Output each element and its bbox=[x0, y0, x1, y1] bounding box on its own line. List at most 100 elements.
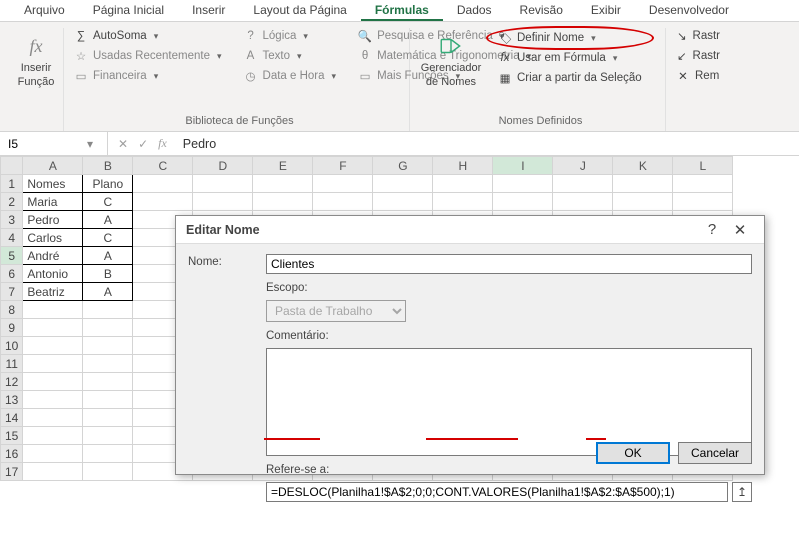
col-header-f[interactable]: F bbox=[313, 157, 373, 175]
cancel-button[interactable]: Cancelar bbox=[678, 442, 752, 464]
cell[interactable] bbox=[23, 463, 83, 481]
cell[interactable] bbox=[23, 427, 83, 445]
define-name-button[interactable]: 🏷Definir Nome▾ bbox=[494, 30, 646, 46]
datahora-button[interactable]: ◷Data e Hora▾ bbox=[240, 68, 341, 84]
cell[interactable]: Antonio bbox=[23, 265, 83, 283]
row-header[interactable]: 10 bbox=[1, 337, 23, 355]
cell[interactable] bbox=[553, 193, 613, 211]
row-header[interactable]: 16 bbox=[1, 445, 23, 463]
col-header-i[interactable]: I bbox=[493, 157, 553, 175]
cell[interactable] bbox=[23, 373, 83, 391]
row-header[interactable]: 3 bbox=[1, 211, 23, 229]
tab-formulas[interactable]: Fórmulas bbox=[361, 0, 443, 21]
use-formula-button[interactable]: fxUsar em Fórmula▾ bbox=[494, 50, 646, 66]
col-header-g[interactable]: G bbox=[373, 157, 433, 175]
tab-desenvolvedor[interactable]: Desenvolvedor bbox=[635, 0, 743, 21]
cell[interactable] bbox=[83, 391, 133, 409]
cancel-icon[interactable]: ✕ bbox=[118, 137, 128, 151]
cell[interactable] bbox=[673, 175, 733, 193]
cell[interactable] bbox=[83, 301, 133, 319]
recent-button[interactable]: ☆Usadas Recentemente▾ bbox=[70, 48, 226, 64]
row-header[interactable]: 15 bbox=[1, 427, 23, 445]
fx-icon-bar[interactable]: fx bbox=[158, 136, 167, 151]
cell[interactable] bbox=[83, 319, 133, 337]
cell[interactable] bbox=[23, 409, 83, 427]
dialog-help-button[interactable]: ? bbox=[698, 221, 726, 238]
cell[interactable] bbox=[83, 409, 133, 427]
row-header[interactable]: 8 bbox=[1, 301, 23, 319]
cell[interactable]: C bbox=[83, 193, 133, 211]
refersto-input[interactable] bbox=[266, 482, 728, 502]
cell[interactable] bbox=[83, 445, 133, 463]
row-header[interactable]: 13 bbox=[1, 391, 23, 409]
row-header[interactable]: 6 bbox=[1, 265, 23, 283]
cell[interactable]: Pedro bbox=[23, 211, 83, 229]
cell[interactable] bbox=[313, 175, 373, 193]
tab-dados[interactable]: Dados bbox=[443, 0, 506, 21]
logica-button[interactable]: ?Lógica▾ bbox=[240, 28, 341, 44]
tab-arquivo[interactable]: Arquivo bbox=[10, 0, 79, 21]
row-header[interactable]: 9 bbox=[1, 319, 23, 337]
cell[interactable] bbox=[83, 373, 133, 391]
cell[interactable]: Plano bbox=[83, 175, 133, 193]
financeira-button[interactable]: ▭Financeira▾ bbox=[70, 68, 226, 84]
cell[interactable] bbox=[23, 391, 83, 409]
cell[interactable] bbox=[193, 193, 253, 211]
select-all-corner[interactable] bbox=[1, 157, 23, 175]
create-from-selection-button[interactable]: ▦Criar a partir da Seleção bbox=[494, 70, 646, 86]
row-header[interactable]: 17 bbox=[1, 463, 23, 481]
dialog-close-button[interactable]: ✕ bbox=[726, 221, 754, 239]
dialog-titlebar[interactable]: Editar Nome ? ✕ bbox=[176, 216, 764, 244]
trace-dependents-button[interactable]: ↙Rastr bbox=[672, 48, 724, 64]
range-picker-button[interactable]: ↥ bbox=[732, 482, 752, 502]
col-header-a[interactable]: A bbox=[23, 157, 83, 175]
col-header-l[interactable]: L bbox=[673, 157, 733, 175]
cell[interactable] bbox=[83, 355, 133, 373]
cell[interactable]: C bbox=[83, 229, 133, 247]
cell[interactable] bbox=[133, 175, 193, 193]
insert-function-button[interactable]: fx Inserir Função bbox=[8, 28, 64, 88]
tab-revisao[interactable]: Revisão bbox=[506, 0, 577, 21]
row-header[interactable]: 7 bbox=[1, 283, 23, 301]
ok-button[interactable]: OK bbox=[596, 442, 670, 464]
cell[interactable] bbox=[493, 175, 553, 193]
cell[interactable] bbox=[23, 319, 83, 337]
cell[interactable]: A bbox=[83, 283, 133, 301]
cell[interactable] bbox=[23, 355, 83, 373]
tab-layout[interactable]: Layout da Página bbox=[239, 0, 360, 21]
row-header[interactable]: 11 bbox=[1, 355, 23, 373]
tab-inserir[interactable]: Inserir bbox=[178, 0, 239, 21]
remove-arrows-button[interactable]: ✕Rem bbox=[672, 68, 724, 84]
cell[interactable] bbox=[373, 193, 433, 211]
cell[interactable] bbox=[673, 193, 733, 211]
cell[interactable] bbox=[613, 175, 673, 193]
row-header[interactable]: 1 bbox=[1, 175, 23, 193]
cell[interactable]: Maria bbox=[23, 193, 83, 211]
cell[interactable] bbox=[133, 193, 193, 211]
col-header-h[interactable]: H bbox=[433, 157, 493, 175]
cell[interactable]: André bbox=[23, 247, 83, 265]
cell[interactable]: A bbox=[83, 247, 133, 265]
trace-precedents-button[interactable]: ↘Rastr bbox=[672, 28, 724, 44]
cell[interactable] bbox=[23, 301, 83, 319]
row-header[interactable]: 12 bbox=[1, 373, 23, 391]
col-header-k[interactable]: K bbox=[613, 157, 673, 175]
cell[interactable] bbox=[553, 175, 613, 193]
cell[interactable] bbox=[83, 427, 133, 445]
cell[interactable] bbox=[373, 175, 433, 193]
cell[interactable]: B bbox=[83, 265, 133, 283]
formula-input[interactable]: Pedro bbox=[177, 137, 799, 151]
cell[interactable]: Beatriz bbox=[23, 283, 83, 301]
cell[interactable] bbox=[23, 337, 83, 355]
cell[interactable] bbox=[493, 193, 553, 211]
tab-pagina-inicial[interactable]: Página Inicial bbox=[79, 0, 178, 21]
cell[interactable] bbox=[613, 193, 673, 211]
col-header-e[interactable]: E bbox=[253, 157, 313, 175]
cell[interactable] bbox=[433, 193, 493, 211]
autosoma-button[interactable]: ∑AutoSoma▾ bbox=[70, 28, 226, 44]
cell[interactable]: Carlos bbox=[23, 229, 83, 247]
row-header[interactable]: 14 bbox=[1, 409, 23, 427]
row-header[interactable]: 5 bbox=[1, 247, 23, 265]
col-header-c[interactable]: C bbox=[133, 157, 193, 175]
name-box-dropdown[interactable]: ▾ bbox=[80, 137, 100, 151]
